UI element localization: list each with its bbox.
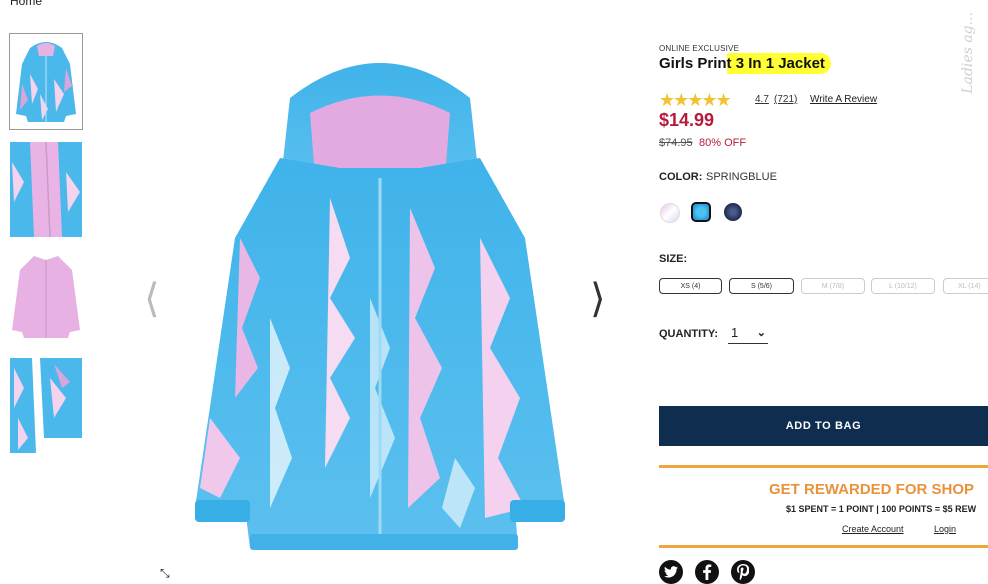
color-swatch-springblue[interactable] <box>691 202 711 222</box>
rewards-title: GET REWARDED FOR SHOP <box>769 481 975 498</box>
write-review-link[interactable]: Write A Review <box>810 94 877 105</box>
next-image-arrow[interactable]: ⟩ <box>590 276 606 322</box>
size-label: SIZE: <box>659 253 688 265</box>
pinterest-p-icon <box>737 564 749 580</box>
thumbnail-4[interactable] <box>10 358 82 453</box>
thumbnail-1[interactable] <box>9 33 83 130</box>
thumbnail-2[interactable] <box>10 142 82 237</box>
pinterest-icon[interactable] <box>731 560 755 584</box>
facebook-icon[interactable] <box>695 560 719 584</box>
sale-price: $14.99 <box>659 110 715 130</box>
twitter-icon[interactable] <box>659 560 683 584</box>
review-count-link[interactable]: (721) <box>774 94 797 105</box>
chevron-down-icon: ⌄ <box>756 327 766 339</box>
quantity-label: QUANTITY: <box>659 328 719 340</box>
product-title-highlight: t 3 In 1 Jacket <box>726 53 831 74</box>
color-swatch-navy[interactable] <box>724 203 742 221</box>
size-option-xs[interactable]: XS (4) <box>659 278 722 294</box>
rewards-bottom-divider <box>659 545 988 548</box>
thumbnail-3[interactable] <box>10 250 82 342</box>
size-option-s[interactable]: S (5/6) <box>729 278 794 294</box>
product-title: Girls Print 3 In 1 Jacket <box>659 53 831 74</box>
main-product-image <box>195 63 565 550</box>
size-option-l[interactable]: L (10/12) <box>871 278 935 294</box>
quantity-value: 1 <box>731 325 739 340</box>
product-title-prefix: Girls Prin <box>659 55 727 72</box>
facebook-f-icon <box>703 564 712 580</box>
jacket-front-thumb-image <box>10 34 82 129</box>
size-option-xl[interactable]: XL (14) <box>943 278 988 294</box>
color-value: SPRINGBLUE <box>706 171 777 183</box>
fleece-liner-thumb-image <box>10 250 82 342</box>
create-account-link[interactable]: Create Account <box>842 524 904 534</box>
jacket-sleeve-thumb-image <box>10 358 82 453</box>
size-option-m[interactable]: M (7/8) <box>801 278 865 294</box>
rating-value[interactable]: 4.7 <box>755 94 769 105</box>
jacket-detail-thumb-image <box>10 142 82 237</box>
watermark-text: Ladies ag... <box>960 12 976 94</box>
original-price: $74.95 <box>659 137 693 149</box>
discount-label: 80% OFF <box>699 137 747 149</box>
previous-image-arrow[interactable]: ⟨ <box>144 276 160 322</box>
quantity-select[interactable]: 1 ⌄ <box>728 324 768 344</box>
color-swatch-pastel[interactable] <box>660 203 680 223</box>
login-link[interactable]: Login <box>934 524 956 534</box>
color-label: COLOR: <box>659 171 703 183</box>
twitter-bird-icon <box>664 566 678 578</box>
rewards-subtitle: $1 SPENT = 1 POINT | 100 POINTS = $5 REW <box>786 504 977 514</box>
rating-stars-icon: ★★★★★ <box>659 90 732 110</box>
online-exclusive-badge: ONLINE EXCLUSIVE <box>659 44 740 53</box>
add-to-bag-button[interactable]: ADD TO BAG <box>659 406 988 446</box>
breadcrumb-home[interactable]: Home <box>10 0 42 8</box>
rewards-top-divider <box>659 465 988 468</box>
